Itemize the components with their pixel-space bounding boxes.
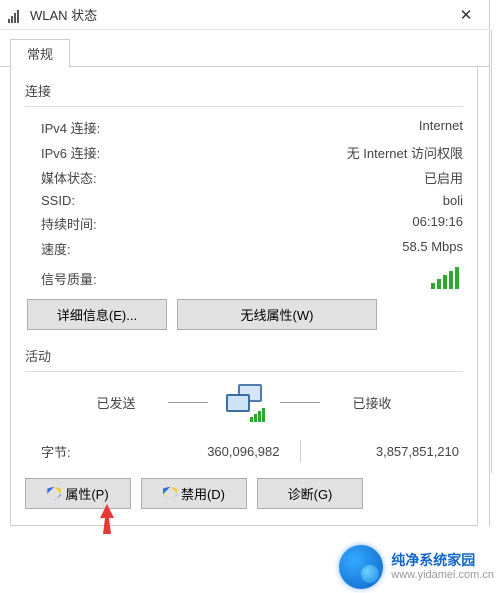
tab-strip: 常规	[0, 30, 489, 67]
speed-value: 58.5 Mbps	[402, 239, 463, 258]
watermark-url: www.yidamei.com.cn	[391, 569, 494, 582]
watermark: 纯净系统家园 www.yidamei.com.cn	[339, 545, 494, 589]
connection-button-row: 详细信息(E)... 无线属性(W)	[25, 299, 463, 330]
titlebar: WLAN 状态 ✕	[0, 0, 490, 30]
row-ipv6: IPv6 连接: 无 Internet 访问权限	[25, 140, 463, 165]
signal-label: 信号质量:	[41, 269, 97, 288]
duration-value: 06:19:16	[412, 214, 463, 233]
ipv4-label: IPv4 连接:	[41, 118, 100, 137]
activity-diagram: 已发送 已接收	[25, 382, 463, 422]
properties-button-label: 属性(P)	[65, 484, 108, 503]
activity-button-row: 属性(P) 禁用(D) 诊断(G)	[25, 478, 463, 509]
speed-label: 速度:	[41, 239, 71, 258]
ipv6-label: IPv6 连接:	[41, 143, 100, 162]
received-label: 已接收	[332, 393, 412, 412]
duration-label: 持续时间:	[41, 214, 97, 233]
divider	[25, 106, 463, 107]
diagnose-button-label: 诊断(G)	[288, 484, 333, 503]
wireless-properties-button[interactable]: 无线属性(W)	[177, 299, 377, 330]
divider	[25, 371, 463, 372]
bytes-row: 字节: 360,096,982 3,857,851,210	[25, 430, 463, 478]
row-ssid: SSID: boli	[25, 190, 463, 211]
disable-button[interactable]: 禁用(D)	[141, 478, 247, 509]
disable-button-label: 禁用(D)	[181, 484, 225, 503]
row-speed: 速度: 58.5 Mbps	[25, 236, 463, 261]
shield-icon	[163, 487, 177, 501]
ssid-label: SSID:	[41, 193, 75, 208]
activity-section-title: 活动	[25, 346, 463, 365]
ssid-value: boli	[443, 193, 463, 208]
media-value: 已启用	[424, 168, 463, 187]
shield-icon	[47, 487, 61, 501]
row-signal: 信号质量:	[25, 261, 463, 299]
divider	[280, 402, 320, 403]
general-panel: 连接 IPv4 连接: Internet IPv6 连接: 无 Internet…	[10, 67, 478, 526]
bytes-label: 字节:	[41, 442, 121, 461]
bytes-received-value: 3,857,851,210	[301, 444, 464, 459]
divider	[168, 402, 208, 403]
network-computers-icon	[220, 382, 268, 422]
close-button[interactable]: ✕	[446, 6, 486, 24]
row-duration: 持续时间: 06:19:16	[25, 211, 463, 236]
watermark-logo-icon	[339, 545, 383, 589]
signal-bars-icon	[431, 267, 463, 289]
tab-general[interactable]: 常规	[10, 39, 70, 67]
properties-button[interactable]: 属性(P)	[25, 478, 131, 509]
window-title: WLAN 状态	[30, 5, 446, 24]
row-media: 媒体状态: 已启用	[25, 165, 463, 190]
connection-section-title: 连接	[25, 81, 463, 100]
details-button[interactable]: 详细信息(E)...	[27, 299, 167, 330]
sent-label: 已发送	[76, 393, 156, 412]
ipv6-value: 无 Internet 访问权限	[347, 143, 463, 162]
diagnose-button[interactable]: 诊断(G)	[257, 478, 363, 509]
wifi-icon	[8, 7, 24, 23]
divider	[491, 30, 492, 473]
ipv4-value: Internet	[419, 118, 463, 137]
watermark-name: 纯净系统家园	[391, 552, 494, 569]
bytes-sent-value: 360,096,982	[121, 444, 300, 459]
row-ipv4: IPv4 连接: Internet	[25, 115, 463, 140]
media-label: 媒体状态:	[41, 168, 97, 187]
